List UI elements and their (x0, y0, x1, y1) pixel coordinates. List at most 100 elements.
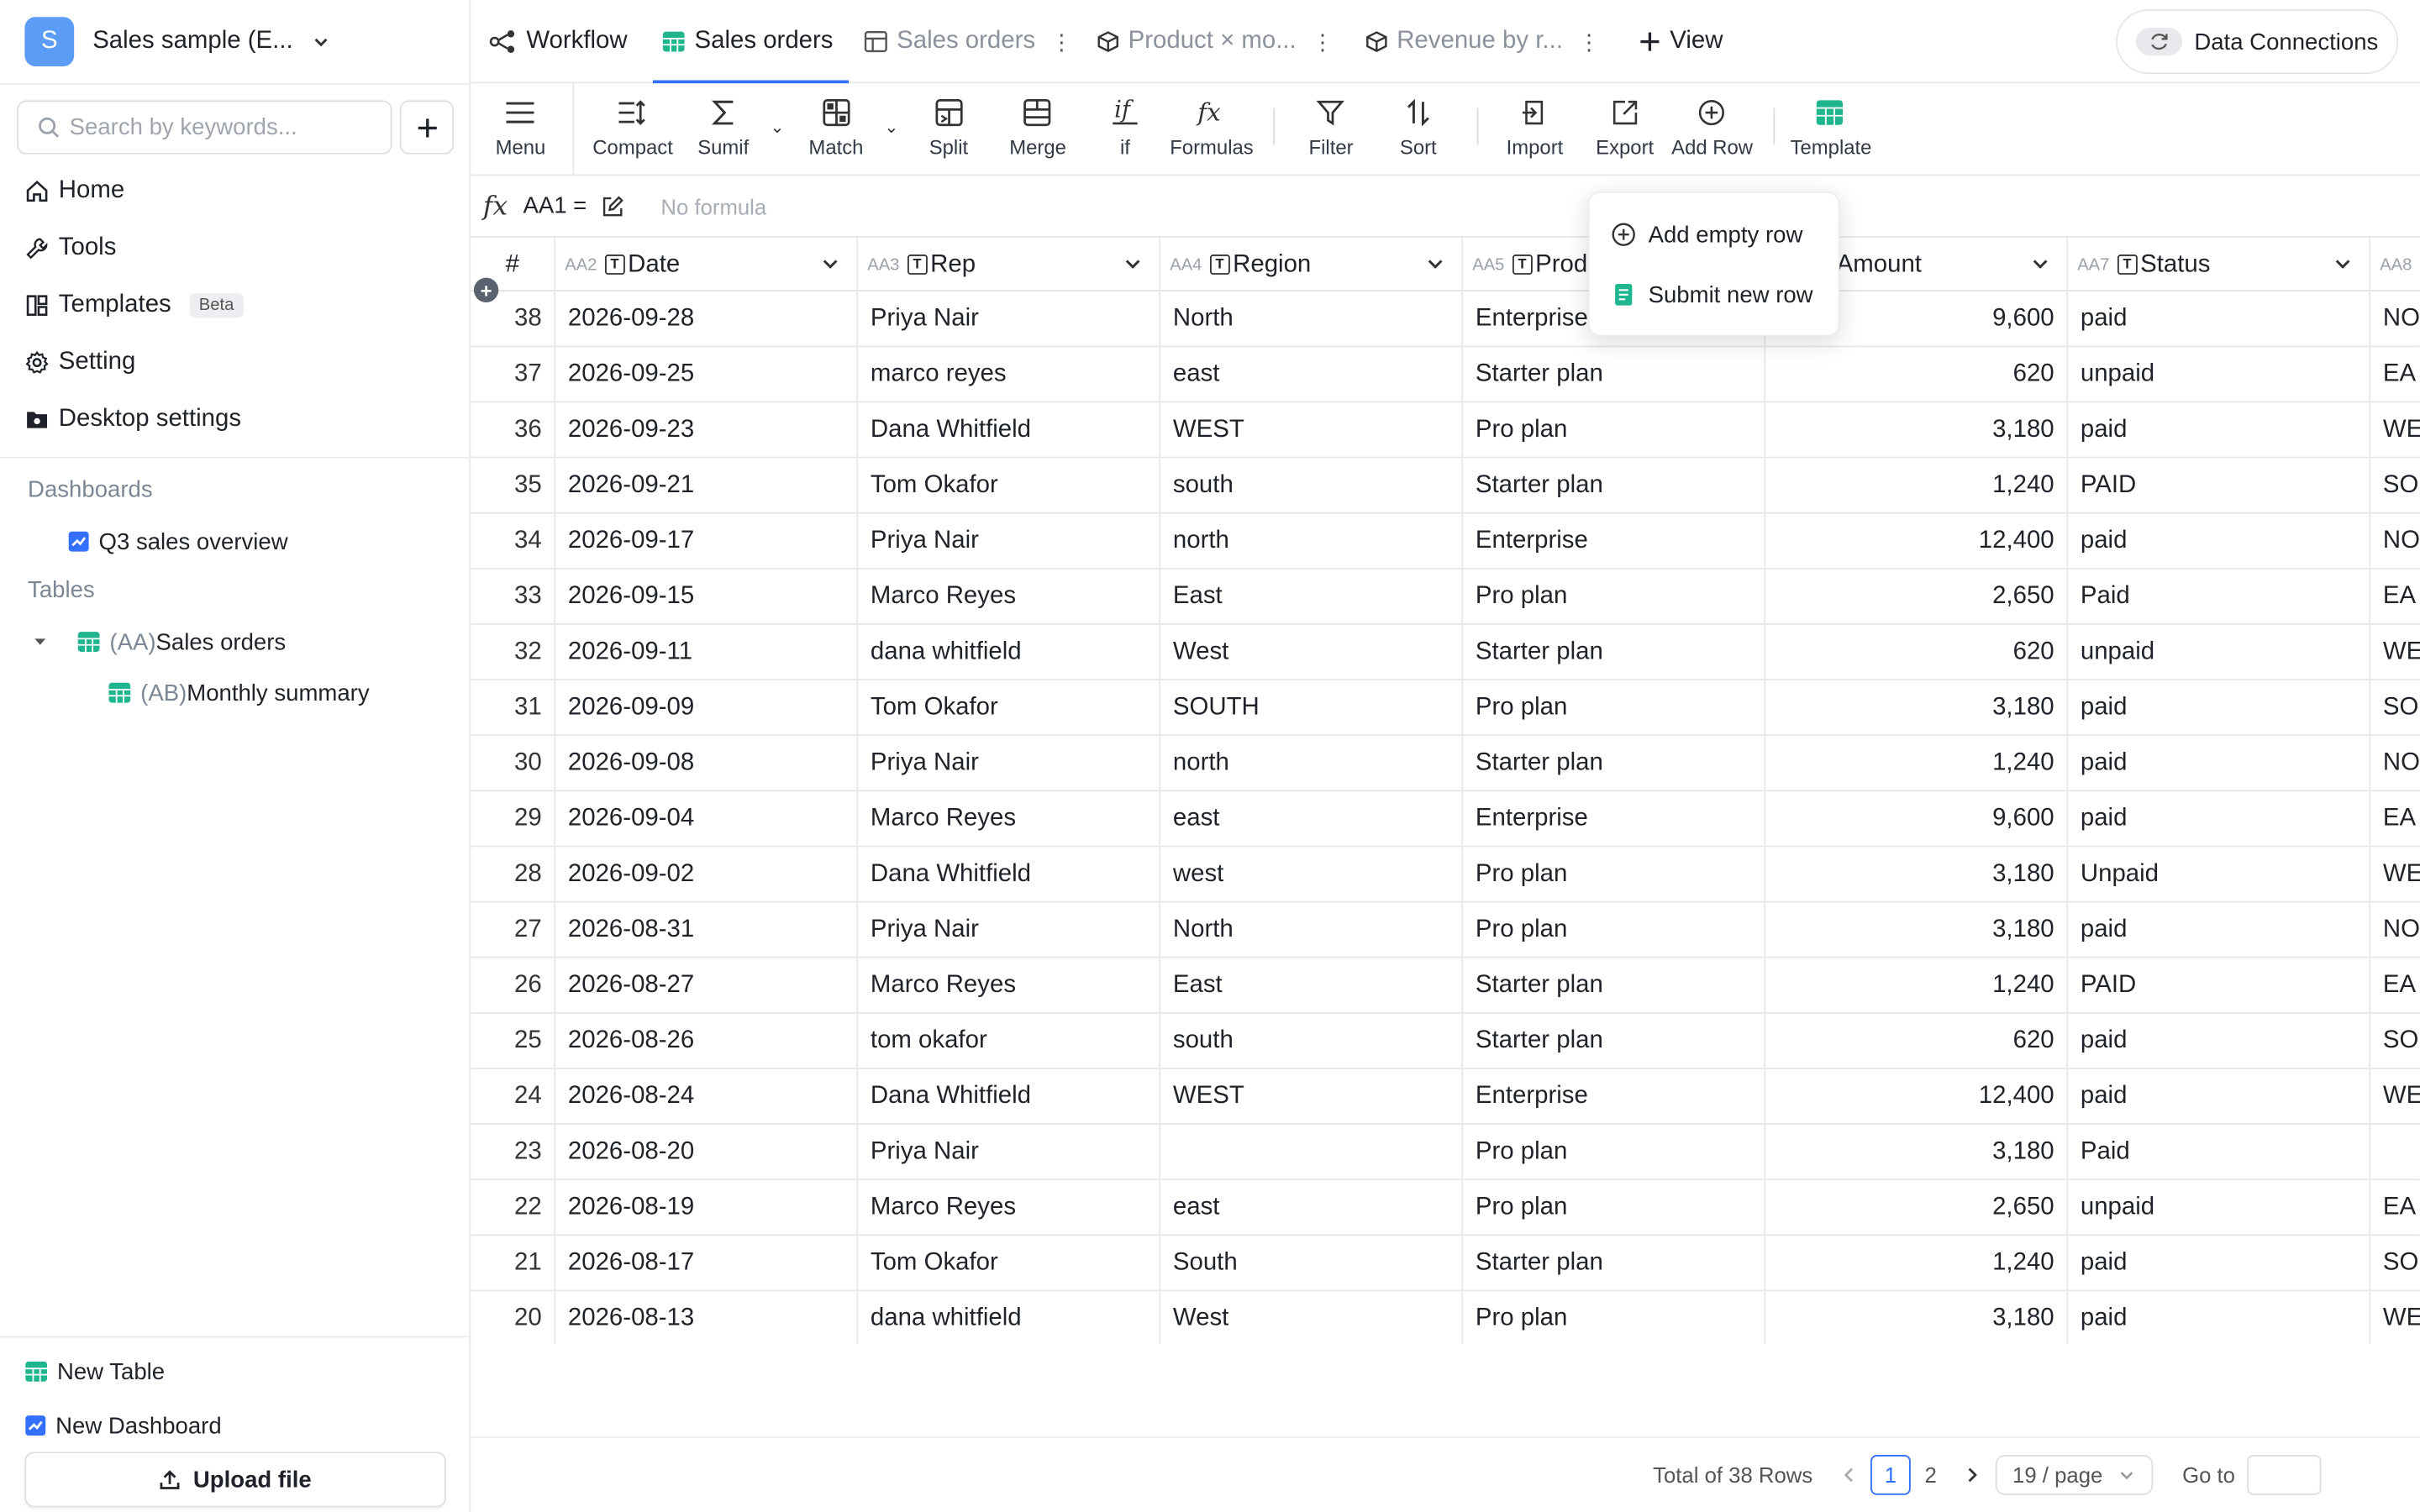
rep-cell[interactable]: Marco Reyes (858, 791, 1161, 846)
date-cell[interactable]: 2026-08-26 (555, 1013, 859, 1068)
region-cell[interactable]: South (1160, 1236, 1464, 1290)
product-cell[interactable]: Starter plan (1463, 958, 1766, 1012)
table-row[interactable]: 29 2026-09-04 Marco Reyes east Enterprise 9,6… (471, 791, 2420, 848)
rep-cell[interactable]: Tom Okafor (858, 458, 1161, 512)
tab-revenue-by-region[interactable]: Revenue by r... ⋮ (1365, 0, 1600, 83)
region-cell[interactable]: north (1160, 736, 1464, 790)
import-button[interactable]: Import (1507, 96, 1563, 159)
sumif-caret-icon[interactable]: ⌄ (771, 118, 785, 137)
extra-cell[interactable]: NO (2370, 736, 2420, 790)
date-cell[interactable]: 2026-09-28 (555, 291, 859, 346)
date-cell[interactable]: 2026-09-04 (555, 791, 859, 846)
edit-icon[interactable] (602, 195, 624, 217)
rep-cell[interactable]: Tom Okafor (858, 680, 1161, 735)
date-cell[interactable]: 2026-09-08 (555, 736, 859, 790)
product-cell[interactable]: Starter plan (1463, 1013, 1766, 1068)
filter-button[interactable]: Filter (1309, 96, 1354, 159)
nav-home[interactable]: Home (24, 171, 124, 212)
table-row[interactable]: 35 2026-09-21 Tom Okafor south Starter plan 1… (471, 458, 2420, 514)
table-row[interactable]: 20 2026-08-13 dana whitfield West Pro plan 3,… (471, 1291, 2420, 1344)
amount-cell[interactable]: 3,180 (1765, 902, 2069, 957)
extra-cell[interactable] (2370, 1125, 2420, 1179)
if-button[interactable]: if if (1111, 96, 1139, 159)
rep-cell[interactable]: Dana Whitfield (858, 402, 1161, 457)
status-cell[interactable]: paid (2068, 291, 2371, 346)
product-cell[interactable]: Starter plan (1463, 1236, 1766, 1290)
search-box[interactable] (17, 100, 392, 155)
rep-cell[interactable]: dana whitfield (858, 1291, 1161, 1344)
column-header-date[interactable]: AA2 T Date (555, 237, 859, 292)
date-cell[interactable]: 2026-09-11 (555, 624, 859, 680)
region-cell[interactable]: East (1160, 569, 1464, 624)
region-cell[interactable]: east (1160, 1180, 1464, 1235)
more-options-icon[interactable]: ⋮ (1312, 29, 1334, 55)
search-input[interactable] (69, 113, 378, 141)
product-cell[interactable]: Pro plan (1463, 680, 1766, 735)
rep-cell[interactable]: Priya Nair (858, 902, 1161, 957)
date-cell[interactable]: 2026-08-19 (555, 1180, 859, 1235)
rep-cell[interactable]: Priya Nair (858, 291, 1161, 346)
status-cell[interactable]: unpaid (2068, 1180, 2371, 1235)
amount-cell[interactable]: 3,180 (1765, 1124, 2069, 1179)
amount-cell[interactable]: 3,180 (1765, 402, 2069, 457)
split-button[interactable]: Split (929, 96, 968, 159)
extra-cell[interactable]: NO (2370, 902, 2420, 956)
amount-cell[interactable]: 1,240 (1765, 736, 2069, 790)
status-cell[interactable]: unpaid (2068, 624, 2371, 680)
chevron-down-icon[interactable] (1424, 253, 1446, 275)
submit-new-row-item[interactable]: Submit new row (1612, 275, 1813, 315)
per-page-select[interactable]: 19 / page (1995, 1455, 2154, 1495)
add-row-button[interactable]: Add Row (1671, 96, 1753, 159)
add-view-button[interactable]: View (1639, 0, 1723, 83)
rep-cell[interactable]: Marco Reyes (858, 958, 1161, 1012)
status-cell[interactable]: paid (2068, 1068, 2371, 1124)
table-row[interactable]: 33 2026-09-15 Marco Reyes East Pro plan 2,650… (471, 569, 2420, 625)
date-cell[interactable]: 2026-09-15 (555, 569, 859, 624)
amount-cell[interactable]: 3,180 (1765, 680, 2069, 735)
page-2-button[interactable]: 2 (1911, 1455, 1951, 1495)
chevron-down-icon[interactable] (2029, 253, 2051, 275)
table-row[interactable]: 31 2026-09-09 Tom Okafor SOUTH Pro plan 3,180… (471, 680, 2420, 737)
nav-desktop-settings[interactable]: Desktop settings (24, 400, 241, 440)
table-row[interactable]: 24 2026-08-24 Dana Whitfield WEST Enterprise… (471, 1068, 2420, 1125)
new-dashboard-button[interactable]: New Dashboard (24, 1405, 222, 1446)
column-header-aa8[interactable]: AA8 (2370, 238, 2420, 291)
status-cell[interactable]: paid (2068, 902, 2371, 957)
amount-cell[interactable]: 3,180 (1765, 847, 2069, 901)
amount-cell[interactable]: 620 (1765, 624, 2069, 680)
product-cell[interactable]: Pro plan (1463, 569, 1766, 624)
extra-cell[interactable]: NO (2370, 514, 2420, 568)
rep-cell[interactable]: Priya Nair (858, 1124, 1161, 1179)
table-row[interactable]: 27 2026-08-31 Priya Nair North Pro plan 3,180… (471, 902, 2420, 958)
status-cell[interactable]: paid (2068, 791, 2371, 846)
product-cell[interactable]: Starter plan (1463, 458, 1766, 512)
nav-tools[interactable]: Tools (24, 228, 116, 269)
product-cell[interactable]: Enterprise (1463, 791, 1766, 846)
column-header-region[interactable]: AA4 T Region (1160, 237, 1464, 292)
table-row[interactable]: 32 2026-09-11 dana whitfield West Starter pl… (471, 624, 2420, 680)
region-cell[interactable] (1160, 1124, 1464, 1179)
extra-cell[interactable]: SO (2370, 1236, 2420, 1289)
column-header-status[interactable]: AA7 T Status (2068, 237, 2371, 292)
rep-cell[interactable]: Dana Whitfield (858, 847, 1161, 901)
table-row[interactable]: 25 2026-08-26 tom okafor south Starter plan 6… (471, 1013, 2420, 1069)
add-button[interactable] (399, 100, 454, 155)
product-cell[interactable]: Starter plan (1463, 736, 1766, 790)
product-cell[interactable]: Pro plan (1463, 902, 1766, 957)
date-cell[interactable]: 2026-08-24 (555, 1068, 859, 1124)
region-cell[interactable]: east (1160, 791, 1464, 846)
region-cell[interactable]: East (1160, 958, 1464, 1012)
date-cell[interactable]: 2026-08-20 (555, 1124, 859, 1179)
amount-cell[interactable]: 620 (1765, 347, 2069, 402)
status-cell[interactable]: paid (2068, 1291, 2371, 1344)
region-cell[interactable]: SOUTH (1160, 680, 1464, 735)
status-cell[interactable]: PAID (2068, 958, 2371, 1012)
region-cell[interactable]: east (1160, 347, 1464, 402)
chevron-down-icon[interactable] (1122, 253, 1144, 275)
amount-cell[interactable]: 12,400 (1765, 513, 2069, 568)
rep-cell[interactable]: Priya Nair (858, 513, 1161, 568)
date-cell[interactable]: 2026-09-17 (555, 513, 859, 568)
date-cell[interactable]: 2026-09-09 (555, 680, 859, 735)
new-table-button[interactable]: New Table (24, 1352, 165, 1392)
amount-cell[interactable]: 1,240 (1765, 958, 2069, 1012)
